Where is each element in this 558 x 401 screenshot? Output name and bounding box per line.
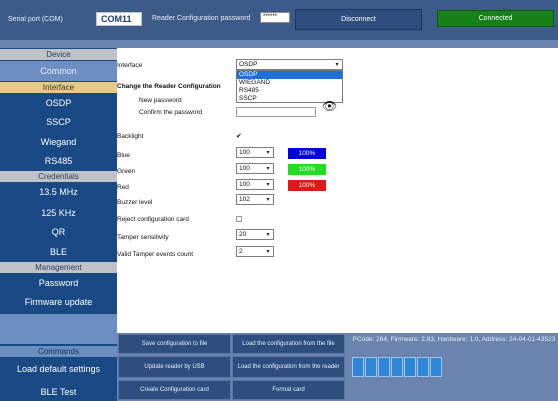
buzzer-level-select[interactable]: 102 ▾ (236, 194, 274, 205)
ble-test-button[interactable]: BLE Test (0, 384, 117, 401)
interface-select[interactable]: OSDP ▾ (236, 59, 343, 70)
tamper-sensitivity-select[interactable]: 20 ▾ (236, 229, 274, 240)
tamper-events-select[interactable]: 2 ▾ (236, 246, 274, 257)
led-indicator (391, 357, 403, 377)
buzzer-level-value: 102 (239, 196, 250, 203)
reject-config-card-label: Reject configuration card (117, 216, 189, 223)
sidebar-item-125khz[interactable]: 125 KHz (0, 203, 117, 223)
reject-config-card-checkbox[interactable] (236, 216, 242, 222)
red-select[interactable]: 100 ▾ (236, 179, 274, 190)
green-select-value: 100 (239, 165, 250, 172)
green-label: Green (117, 168, 136, 175)
create-config-card-button[interactable]: Create Configuration card (118, 380, 231, 400)
led-indicator (378, 357, 390, 377)
sidebar-item-ble[interactable]: BLE (0, 242, 117, 262)
format-card-button[interactable]: Format card (232, 380, 345, 400)
blue-select-value: 100 (239, 149, 250, 156)
connection-status: Connected (437, 10, 554, 27)
sidebar-category-credentials: Credentials (0, 171, 117, 182)
sidebar-item-common[interactable]: Common (0, 61, 117, 81)
reader-password-input[interactable]: ****** (260, 12, 290, 23)
interface-option-osdp[interactable]: OSDP (237, 71, 342, 79)
load-config-from-reader-button[interactable]: Load the configuration from the reader (232, 356, 345, 378)
sidebar-item-13mhz[interactable]: 13.5 MHz (0, 182, 117, 202)
green-select[interactable]: 100 ▾ (236, 163, 274, 174)
tamper-sensitivity-value: 20 (239, 231, 247, 238)
led-indicator (352, 357, 364, 377)
eye-icon[interactable]: 👁 (322, 100, 337, 112)
confirm-password-label: Confirm the password (139, 109, 203, 116)
interface-select-value: OSDP (239, 61, 258, 68)
load-config-from-file-button[interactable]: Load the configuration from the file (232, 334, 345, 354)
com-port-select[interactable]: COM11 (96, 12, 142, 26)
buzzer-level-label: Buzzer level (117, 199, 153, 206)
serial-port-label: Serial port (COM) (8, 16, 63, 23)
update-reader-usb-button[interactable]: Update reader by USB (118, 356, 231, 378)
tamper-sensitivity-label: Tamper sensitivity (117, 234, 169, 241)
top-bar-separator (0, 40, 558, 48)
sidebar-item-wiegand[interactable]: Wiegand (0, 132, 117, 152)
chevron-down-icon: ▾ (335, 62, 339, 68)
backlight-checkbox[interactable]: ✔ (236, 133, 243, 140)
sidebar-item-qr[interactable]: QR (0, 222, 117, 242)
confirm-password-field[interactable] (236, 107, 316, 117)
blue-label: Blue (117, 152, 131, 159)
chevron-down-icon: ▾ (266, 182, 270, 188)
new-password-label: New password (139, 97, 182, 104)
sidebar-item-firmware-update[interactable]: Firmware update (0, 292, 117, 312)
sidebar-category-management: Management (0, 262, 117, 273)
disconnect-button[interactable]: Disconnect (295, 9, 422, 30)
interface-option-wiegand[interactable]: WIEGAND (237, 79, 342, 87)
backlight-label: Backlight (117, 133, 144, 140)
red-select-value: 100 (239, 181, 250, 188)
sidebar-item-password[interactable]: Password (0, 273, 117, 293)
led-indicator (430, 357, 442, 377)
reader-password-label: Reader Configuration password (152, 15, 251, 22)
tamper-events-label: Valid Tamper events count (117, 251, 193, 258)
interface-label: Interface (117, 62, 143, 69)
led-indicator (365, 357, 377, 377)
led-indicator (404, 357, 416, 377)
red-label: Red (117, 184, 129, 191)
chevron-down-icon: ▾ (266, 232, 270, 238)
sidebar-item-rs485[interactable]: RS485 (0, 151, 117, 171)
load-default-settings-button[interactable]: Load default settings (0, 359, 117, 379)
sidebar-item-osdp[interactable]: OSDP (0, 93, 117, 113)
blue-select[interactable]: 100 ▾ (236, 147, 274, 158)
change-config-heading: Change the Reader Configuration (117, 83, 221, 90)
sidebar-item-sscp[interactable]: SSCP (0, 112, 117, 132)
red-level-swatch: 100% (288, 180, 326, 191)
app-window: { "topbar": { "serial_label": "Serial po… (0, 0, 558, 401)
chevron-down-icon: ▾ (266, 150, 270, 156)
chevron-down-icon: ▾ (266, 197, 270, 203)
interface-option-rs485[interactable]: RS485 (237, 87, 342, 95)
sidebar-category-device: Device (0, 49, 117, 60)
led-indicator (417, 357, 429, 377)
save-config-to-file-button[interactable]: Save configuration to file (118, 334, 231, 354)
sidebar-spacer (0, 314, 117, 344)
device-info: PCode: 264, Firmware: 2.83, Hardware: 1.… (352, 336, 556, 343)
blue-level-swatch: 100% (288, 148, 326, 159)
chevron-down-icon: ▾ (266, 249, 270, 255)
green-level-swatch: 100% (288, 164, 326, 175)
sidebar-category-commands: Commands (0, 346, 117, 357)
chevron-down-icon: ▾ (266, 166, 270, 172)
sidebar-category-interface: Interface (0, 82, 117, 93)
tamper-events-value: 2 (239, 248, 243, 255)
